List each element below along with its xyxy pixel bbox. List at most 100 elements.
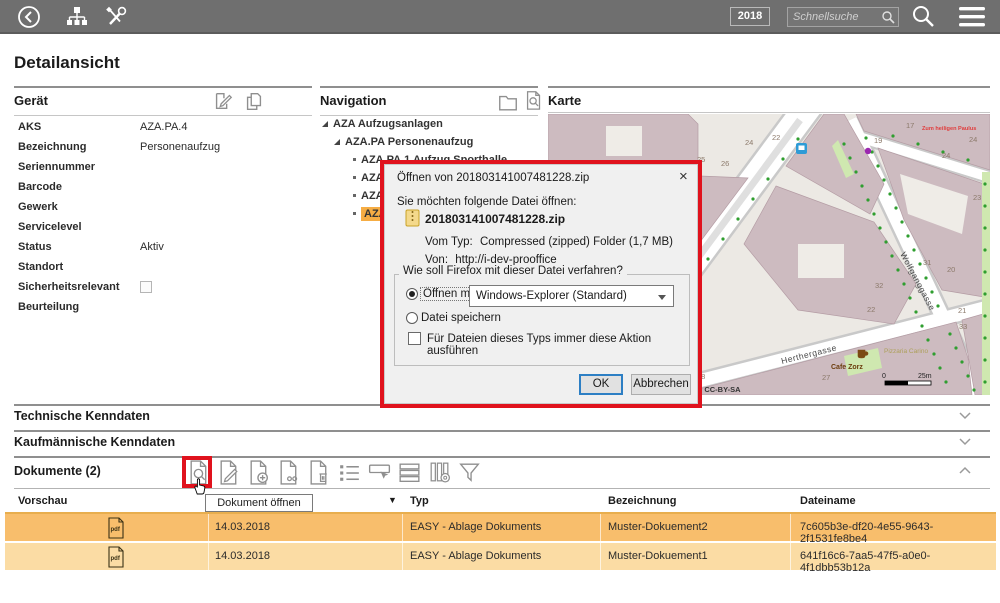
dialog-question: Wie soll Firefox mit dieser Datei verfah… — [399, 265, 627, 277]
section-technische[interactable]: Technische Kenndaten — [14, 409, 150, 423]
svg-text:pdf: pdf — [111, 527, 121, 533]
field-barcode: Barcode — [18, 181, 312, 201]
tree-item[interactable]: AZA.PA Personenaufzug — [334, 136, 473, 152]
field-beurteilung: Beurteilung — [18, 301, 312, 321]
close-icon[interactable]: × — [679, 170, 688, 184]
chevron-down-icon[interactable] — [958, 437, 972, 446]
tree-item-label: AZA.PA Personenaufzug — [345, 136, 473, 148]
divider — [14, 456, 990, 458]
download-dialog: Öffnen von 201803141007481228.zip × Sie … — [384, 164, 698, 404]
svg-text:32: 32 — [875, 281, 883, 290]
bullet-icon — [353, 212, 356, 215]
map-attribution: s, CC-BY-SA — [696, 385, 741, 394]
list-view-icon[interactable] — [337, 459, 362, 486]
field-label: Status — [18, 241, 140, 253]
cell-dateiname: 641f16c6-7aa5-47f5-a0e0-4f1dbb53b12a — [800, 550, 996, 574]
chevron-down-icon[interactable] — [958, 411, 972, 420]
top-bar: 2018 — [0, 0, 1000, 34]
search-icon[interactable] — [881, 10, 896, 25]
edit-document-icon[interactable] — [212, 90, 234, 112]
field-label: Standort — [18, 261, 140, 273]
navigation-header-divider — [320, 115, 538, 116]
section-kaufmaennische[interactable]: Kaufmännische Kenndaten — [14, 435, 175, 449]
column-settings-icon[interactable] — [427, 459, 452, 486]
svg-text:17: 17 — [906, 121, 914, 130]
field-value: Aktiv — [140, 241, 164, 253]
annotation-highlight-box: Öffnen von 201803141007481228.zip × Sie … — [380, 160, 702, 408]
expand-icon[interactable] — [322, 121, 328, 127]
field-value: AZA.PA.4 — [140, 121, 187, 133]
expand-icon[interactable] — [334, 139, 340, 145]
copy-icon[interactable] — [243, 90, 265, 112]
always-action-label[interactable]: Für Dateien dieses Typs immer diese Akti… — [427, 333, 697, 357]
open-with-radio[interactable] — [406, 288, 418, 300]
sitemap-icon[interactable] — [64, 4, 90, 30]
document-search-icon[interactable] — [523, 89, 545, 111]
rows-view-icon[interactable] — [397, 459, 422, 486]
field-standort: Standort — [18, 261, 312, 281]
karte-panel-border — [548, 86, 990, 88]
divider — [14, 430, 990, 432]
cell-dateiname: 7c605b3e-df20-4e55-9643-2f1531fe8be4 — [800, 521, 996, 545]
svg-text:20: 20 — [947, 265, 955, 274]
column-header-typ[interactable]: Typ — [410, 495, 429, 507]
add-document-icon[interactable] — [247, 459, 272, 486]
folder-icon[interactable] — [497, 91, 519, 113]
chevron-up-icon[interactable] — [958, 466, 972, 475]
edit-document-icon[interactable] — [217, 459, 242, 486]
documents-table-header: Vorschau ▼ Typ Bezeichnung Dateiname — [0, 490, 1000, 512]
chevron-down-icon — [658, 295, 666, 300]
ok-button[interactable]: OK — [579, 374, 623, 395]
poi-label-cafe: Cafe Zorz — [831, 364, 863, 371]
pdf-icon[interactable]: pdf — [107, 546, 125, 568]
table-row[interactable]: pdf 14.03.2018 EASY - Ablage Dokuments M… — [5, 514, 996, 541]
column-header-vorschau[interactable]: Vorschau — [18, 495, 67, 507]
menu-icon[interactable] — [958, 6, 986, 28]
global-search-icon[interactable] — [909, 3, 937, 31]
open-with-dropdown[interactable]: Windows-Explorer (Standard) — [469, 285, 674, 307]
column-separator — [208, 514, 209, 570]
navigation-panel-border — [320, 86, 538, 88]
detach-document-icon[interactable] — [277, 459, 302, 486]
search-input[interactable] — [791, 9, 879, 25]
sicherheitsrelevant-checkbox[interactable] — [140, 281, 152, 293]
divider — [14, 488, 990, 489]
pdf-icon[interactable]: pdf — [107, 517, 125, 539]
filter-icon[interactable] — [457, 459, 482, 486]
svg-text:19: 19 — [874, 136, 882, 145]
tools-icon[interactable] — [103, 4, 129, 30]
geraet-header-divider — [14, 115, 312, 116]
svg-text:24: 24 — [969, 135, 977, 144]
svg-text:33: 33 — [959, 322, 967, 331]
dialog-title: Öffnen von 201803141007481228.zip — [397, 172, 589, 184]
karte-panel-title: Karte — [548, 93, 581, 108]
cell-date: 14.03.2018 — [215, 550, 270, 562]
year-selector[interactable]: 2018 — [730, 7, 770, 26]
cancel-button[interactable]: Abbrechen — [631, 374, 691, 395]
svg-text:24: 24 — [745, 138, 753, 147]
field-gewerk: Gewerk — [18, 201, 312, 221]
svg-text:21: 21 — [958, 306, 966, 315]
delete-document-icon[interactable] — [307, 459, 332, 486]
field-aks: AKSAZA.PA.4 — [18, 121, 312, 141]
table-row[interactable]: pdf 14.03.2018 EASY - Ablage Dokuments M… — [5, 543, 996, 570]
column-header-dateiname[interactable]: Dateiname — [800, 495, 856, 507]
always-action-checkbox[interactable] — [408, 332, 421, 345]
field-label: Bezeichnung — [18, 141, 140, 153]
field-sicherheitsrelevant: Sicherheitsrelevant — [18, 281, 312, 301]
sort-indicator-icon[interactable]: ▼ — [388, 495, 397, 505]
column-header-bezeichnung[interactable]: Bezeichnung — [608, 495, 676, 507]
select-table-icon[interactable] — [367, 459, 392, 486]
section-dokumente[interactable]: Dokumente (2) — [14, 464, 101, 478]
svg-text:25m: 25m — [918, 373, 932, 380]
save-file-radio[interactable] — [406, 312, 418, 324]
quick-search — [787, 7, 899, 27]
documents-toolbar — [187, 459, 482, 486]
save-file-label[interactable]: Datei speichern — [421, 312, 501, 324]
dialog-prompt: Sie möchten folgende Datei öffnen: — [397, 196, 576, 208]
tree-item-label: AZA Aufzugsanlagen — [333, 118, 443, 130]
cell-typ: EASY - Ablage Dokuments — [410, 521, 541, 533]
back-icon[interactable] — [16, 4, 42, 30]
tree-item[interactable]: AZA Aufzugsanlagen — [322, 118, 443, 134]
svg-text:26: 26 — [721, 159, 729, 168]
